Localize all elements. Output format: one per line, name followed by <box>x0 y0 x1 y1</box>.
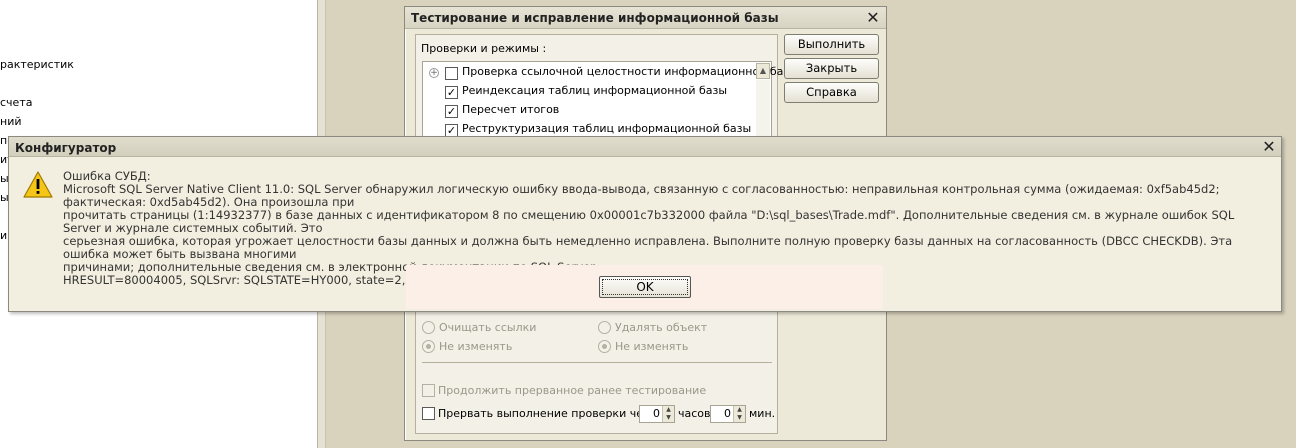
list-item[interactable]: + Проверка ссылочной целостности информа… <box>423 64 798 82</box>
help-button[interactable]: Справка <box>784 82 879 103</box>
hours-stepper[interactable]: 0 ▲ ▼ <box>639 405 675 423</box>
radio-label: Удалять объект <box>615 321 708 334</box>
dialog-title-bar[interactable]: Тестирование и исправление информационно… <box>405 7 886 29</box>
checkbox[interactable]: ✓ <box>445 86 458 99</box>
spin-arrows-icon[interactable]: ▲ ▼ <box>733 406 745 422</box>
check-label: Реструктуризация таблиц информационной б… <box>462 122 752 135</box>
scrollbar[interactable] <box>756 80 770 139</box>
radio-label: Очищать ссылки <box>439 321 537 334</box>
radio-no-change-right[interactable] <box>598 340 611 353</box>
check-label: Реиндексация таблиц информационной базы <box>462 84 728 97</box>
expand-icon[interactable]: + <box>429 68 439 78</box>
checkbox[interactable] <box>445 67 458 80</box>
close-icon[interactable]: ✕ <box>865 10 881 26</box>
minutes-value: 0 <box>724 407 731 420</box>
checkbox[interactable]: ✓ <box>445 105 458 118</box>
interrupt-checkbox[interactable] <box>422 407 435 420</box>
scroll-up-icon[interactable]: ▲ <box>756 63 770 79</box>
run-button[interactable]: Выполнить <box>784 34 879 55</box>
error-line: прочитать страницы (1:14932377) в базе д… <box>63 208 1238 235</box>
error-line: Microsoft SQL Server Native Client 11.0:… <box>63 182 1224 209</box>
interrupt-label: Прервать выполнение проверки через <box>438 407 663 420</box>
continue-label: Продолжить прерванное ранее тестирование <box>438 384 707 397</box>
ok-button[interactable]: OK <box>599 276 691 298</box>
checks-list: + Проверка ссылочной целостности информа… <box>422 61 798 141</box>
hours-label: часов <box>678 407 711 420</box>
close-button[interactable]: Закрыть <box>784 58 879 79</box>
divider <box>422 362 772 363</box>
check-label: Пересчет итогов <box>462 103 560 116</box>
list-item[interactable]: ✓ Пересчет итогов <box>423 102 757 120</box>
error-title: Конфигуратор <box>15 141 117 155</box>
close-icon[interactable]: ✕ <box>1261 139 1277 155</box>
minutes-label: мин. <box>749 407 776 420</box>
group-label: Проверки и режимы : <box>421 42 547 55</box>
radio-clear-links[interactable] <box>422 321 435 334</box>
spin-arrows-icon[interactable]: ▲ ▼ <box>662 406 674 422</box>
radio-delete-object[interactable] <box>598 321 611 334</box>
radio-no-change-left[interactable] <box>422 340 435 353</box>
left-item[interactable]: счета <box>0 96 32 109</box>
error-line: серьезная ошибка, которая угрожает целос… <box>63 234 1236 261</box>
radio-label: Не изменять <box>615 340 689 353</box>
error-title-bar[interactable]: Конфигуратор ✕ <box>9 137 1281 157</box>
left-item[interactable]: ний <box>0 115 22 128</box>
dialog-title: Тестирование и исправление информационно… <box>411 11 779 25</box>
hours-value: 0 <box>653 407 660 420</box>
minutes-stepper[interactable]: 0 ▲ ▼ <box>710 405 746 423</box>
continue-checkbox[interactable] <box>422 384 435 397</box>
check-label: Проверка ссылочной целостности информаци… <box>462 65 798 78</box>
left-item[interactable]: рактеристик <box>0 58 74 71</box>
warning-icon <box>23 171 53 198</box>
radio-label: Не изменять <box>439 340 513 353</box>
list-item[interactable]: ✓ Реиндексация таблиц информационной баз… <box>423 83 757 101</box>
error-dialog: Конфигуратор ✕ Ошибка СУБД: Microsoft SQ… <box>8 136 1282 312</box>
